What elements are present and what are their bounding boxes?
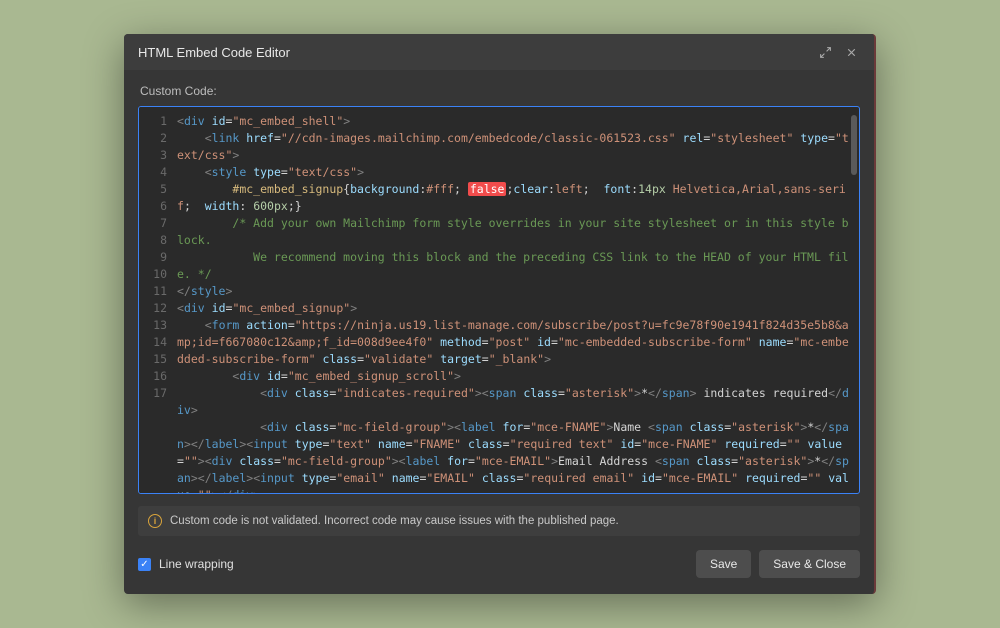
code-editor[interactable]: 1 2 3 4 5 6 7 8 9 10 11 12 13 14 15 16 1… bbox=[138, 106, 860, 494]
field-label: Custom Code: bbox=[124, 70, 874, 106]
code-editor-modal: HTML Embed Code Editor Custom Code: 1 2 … bbox=[124, 34, 876, 594]
save-close-button[interactable]: Save & Close bbox=[759, 550, 860, 578]
line-wrapping-checkbox[interactable]: ✓ Line wrapping bbox=[138, 557, 234, 571]
expand-icon[interactable] bbox=[812, 39, 838, 65]
validation-note: i Custom code is not validated. Incorrec… bbox=[138, 506, 860, 536]
modal-title: HTML Embed Code Editor bbox=[138, 45, 812, 60]
scrollbar[interactable] bbox=[851, 115, 857, 175]
save-button[interactable]: Save bbox=[696, 550, 751, 578]
modal-header: HTML Embed Code Editor bbox=[124, 34, 874, 70]
note-text: Custom code is not validated. Incorrect … bbox=[170, 515, 619, 527]
close-icon[interactable] bbox=[838, 39, 864, 65]
info-icon: i bbox=[148, 514, 162, 528]
line-gutter: 1 2 3 4 5 6 7 8 9 10 11 12 13 14 15 16 1… bbox=[139, 107, 175, 493]
code-textarea[interactable]: <div id="mc_embed_shell"> <link href="//… bbox=[175, 107, 859, 493]
checkbox-label: Line wrapping bbox=[159, 557, 234, 571]
checkbox-icon: ✓ bbox=[138, 558, 151, 571]
modal-footer: ✓ Line wrapping Save Save & Close bbox=[124, 536, 874, 594]
